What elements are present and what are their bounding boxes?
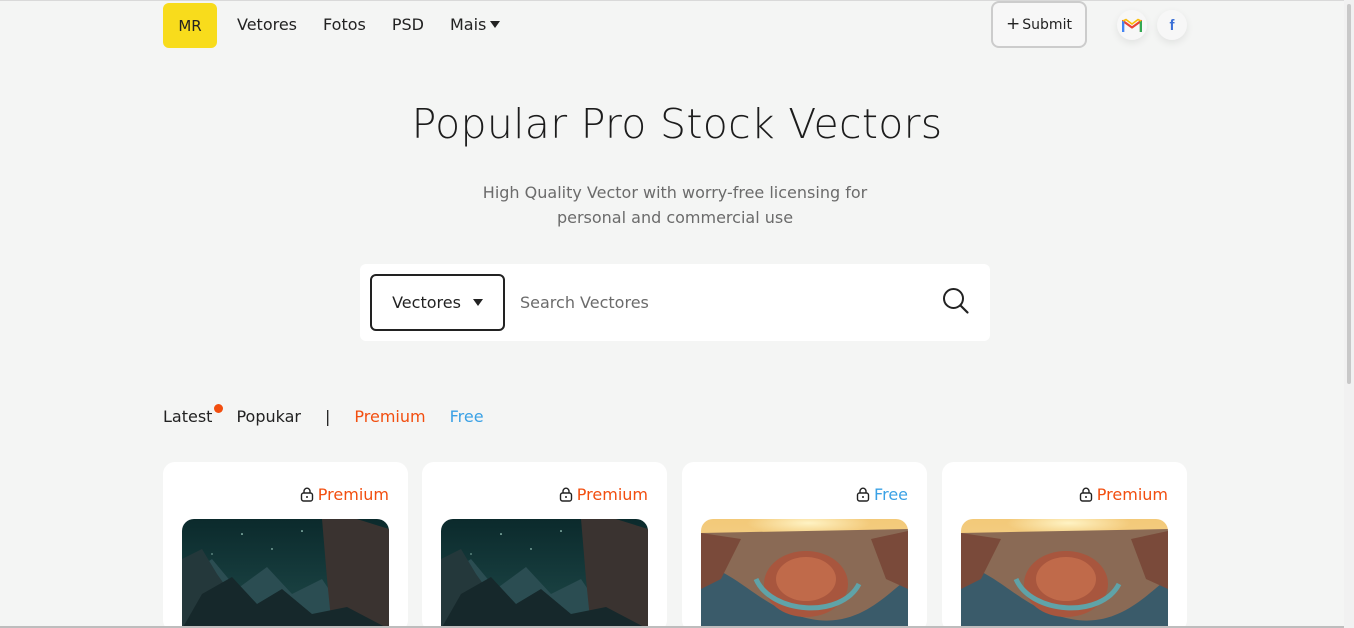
lock-icon [559, 487, 572, 502]
asset-card[interactable]: Free [682, 462, 927, 628]
page-scrollbar[interactable] [1344, 0, 1354, 628]
tab-popular[interactable]: Popukar [236, 407, 301, 426]
search-icon [943, 288, 969, 314]
asset-card[interactable]: Premium [163, 462, 408, 628]
filter-tabs: Latest Popukar | Premium Free [163, 404, 484, 426]
asset-card[interactable]: Premium [942, 462, 1187, 628]
nav-item-mais[interactable]: Mais [449, 15, 501, 34]
active-dot-indicator [214, 404, 224, 413]
tab-label: Free [449, 407, 484, 426]
submit-label: Submit [1022, 16, 1072, 33]
nav-label: Mais [449, 15, 487, 34]
logo-text: MR [178, 16, 202, 35]
nav-item-psd[interactable]: PSD [392, 15, 424, 34]
badge-label: Premium [317, 485, 389, 504]
search-bar: Vectores [360, 264, 990, 341]
tab-premium[interactable]: Premium [354, 407, 425, 426]
caret-down-icon [472, 299, 483, 306]
canyon-image [701, 519, 908, 628]
premium-badge: Premium [300, 485, 389, 504]
unlock-icon [856, 487, 870, 502]
plus-icon: + [1006, 14, 1021, 34]
nav-label: PSD [391, 15, 424, 34]
premium-badge: Premium [1079, 485, 1168, 504]
badge-label: Free [874, 485, 908, 504]
main-nav: Vetores Fotos PSD Mais [237, 15, 526, 34]
category-label: Vectores [392, 293, 461, 312]
caret-down-icon [490, 21, 501, 28]
search-input[interactable] [520, 284, 920, 320]
page-subtitle: High Quality Vector with worry-free lice… [482, 183, 868, 227]
nav-label: Vetores [237, 15, 298, 34]
tab-label: Latest [163, 407, 213, 426]
facebook-icon: f [1169, 16, 1175, 34]
tab-free[interactable]: Free [450, 407, 484, 426]
lock-icon [1079, 487, 1092, 502]
tab-latest[interactable]: Latest [163, 404, 224, 426]
badge-label: Premium [576, 485, 648, 504]
page-title: Popular Pro Stock Vectors [411, 100, 943, 148]
gmail-icon [1122, 18, 1142, 32]
scrollbar-thumb[interactable] [1347, 4, 1351, 384]
category-dropdown[interactable]: Vectores [370, 274, 505, 331]
free-badge: Free [856, 485, 908, 504]
site-logo[interactable]: MR [163, 3, 217, 48]
lock-icon [300, 487, 313, 502]
submit-button[interactable]: + Submit [991, 1, 1087, 48]
premium-badge: Premium [559, 485, 648, 504]
nav-label: Fotos [323, 15, 366, 34]
top-border [0, 0, 1354, 1]
nav-item-vetores[interactable]: Vetores [237, 15, 297, 34]
night-mountains-image [441, 519, 648, 628]
canyon-image [961, 519, 1168, 628]
facebook-login-button[interactable]: f [1157, 10, 1187, 40]
search-button[interactable] [941, 286, 971, 316]
gmail-login-button[interactable] [1117, 10, 1147, 40]
tab-label: Popukar [236, 407, 301, 426]
asset-card[interactable]: Premium [422, 462, 667, 628]
tab-label: Premium [354, 407, 426, 426]
badge-label: Premium [1096, 485, 1168, 504]
nav-item-fotos[interactable]: Fotos [323, 15, 366, 34]
tab-separator: | [324, 407, 331, 426]
night-mountains-image [182, 519, 389, 628]
